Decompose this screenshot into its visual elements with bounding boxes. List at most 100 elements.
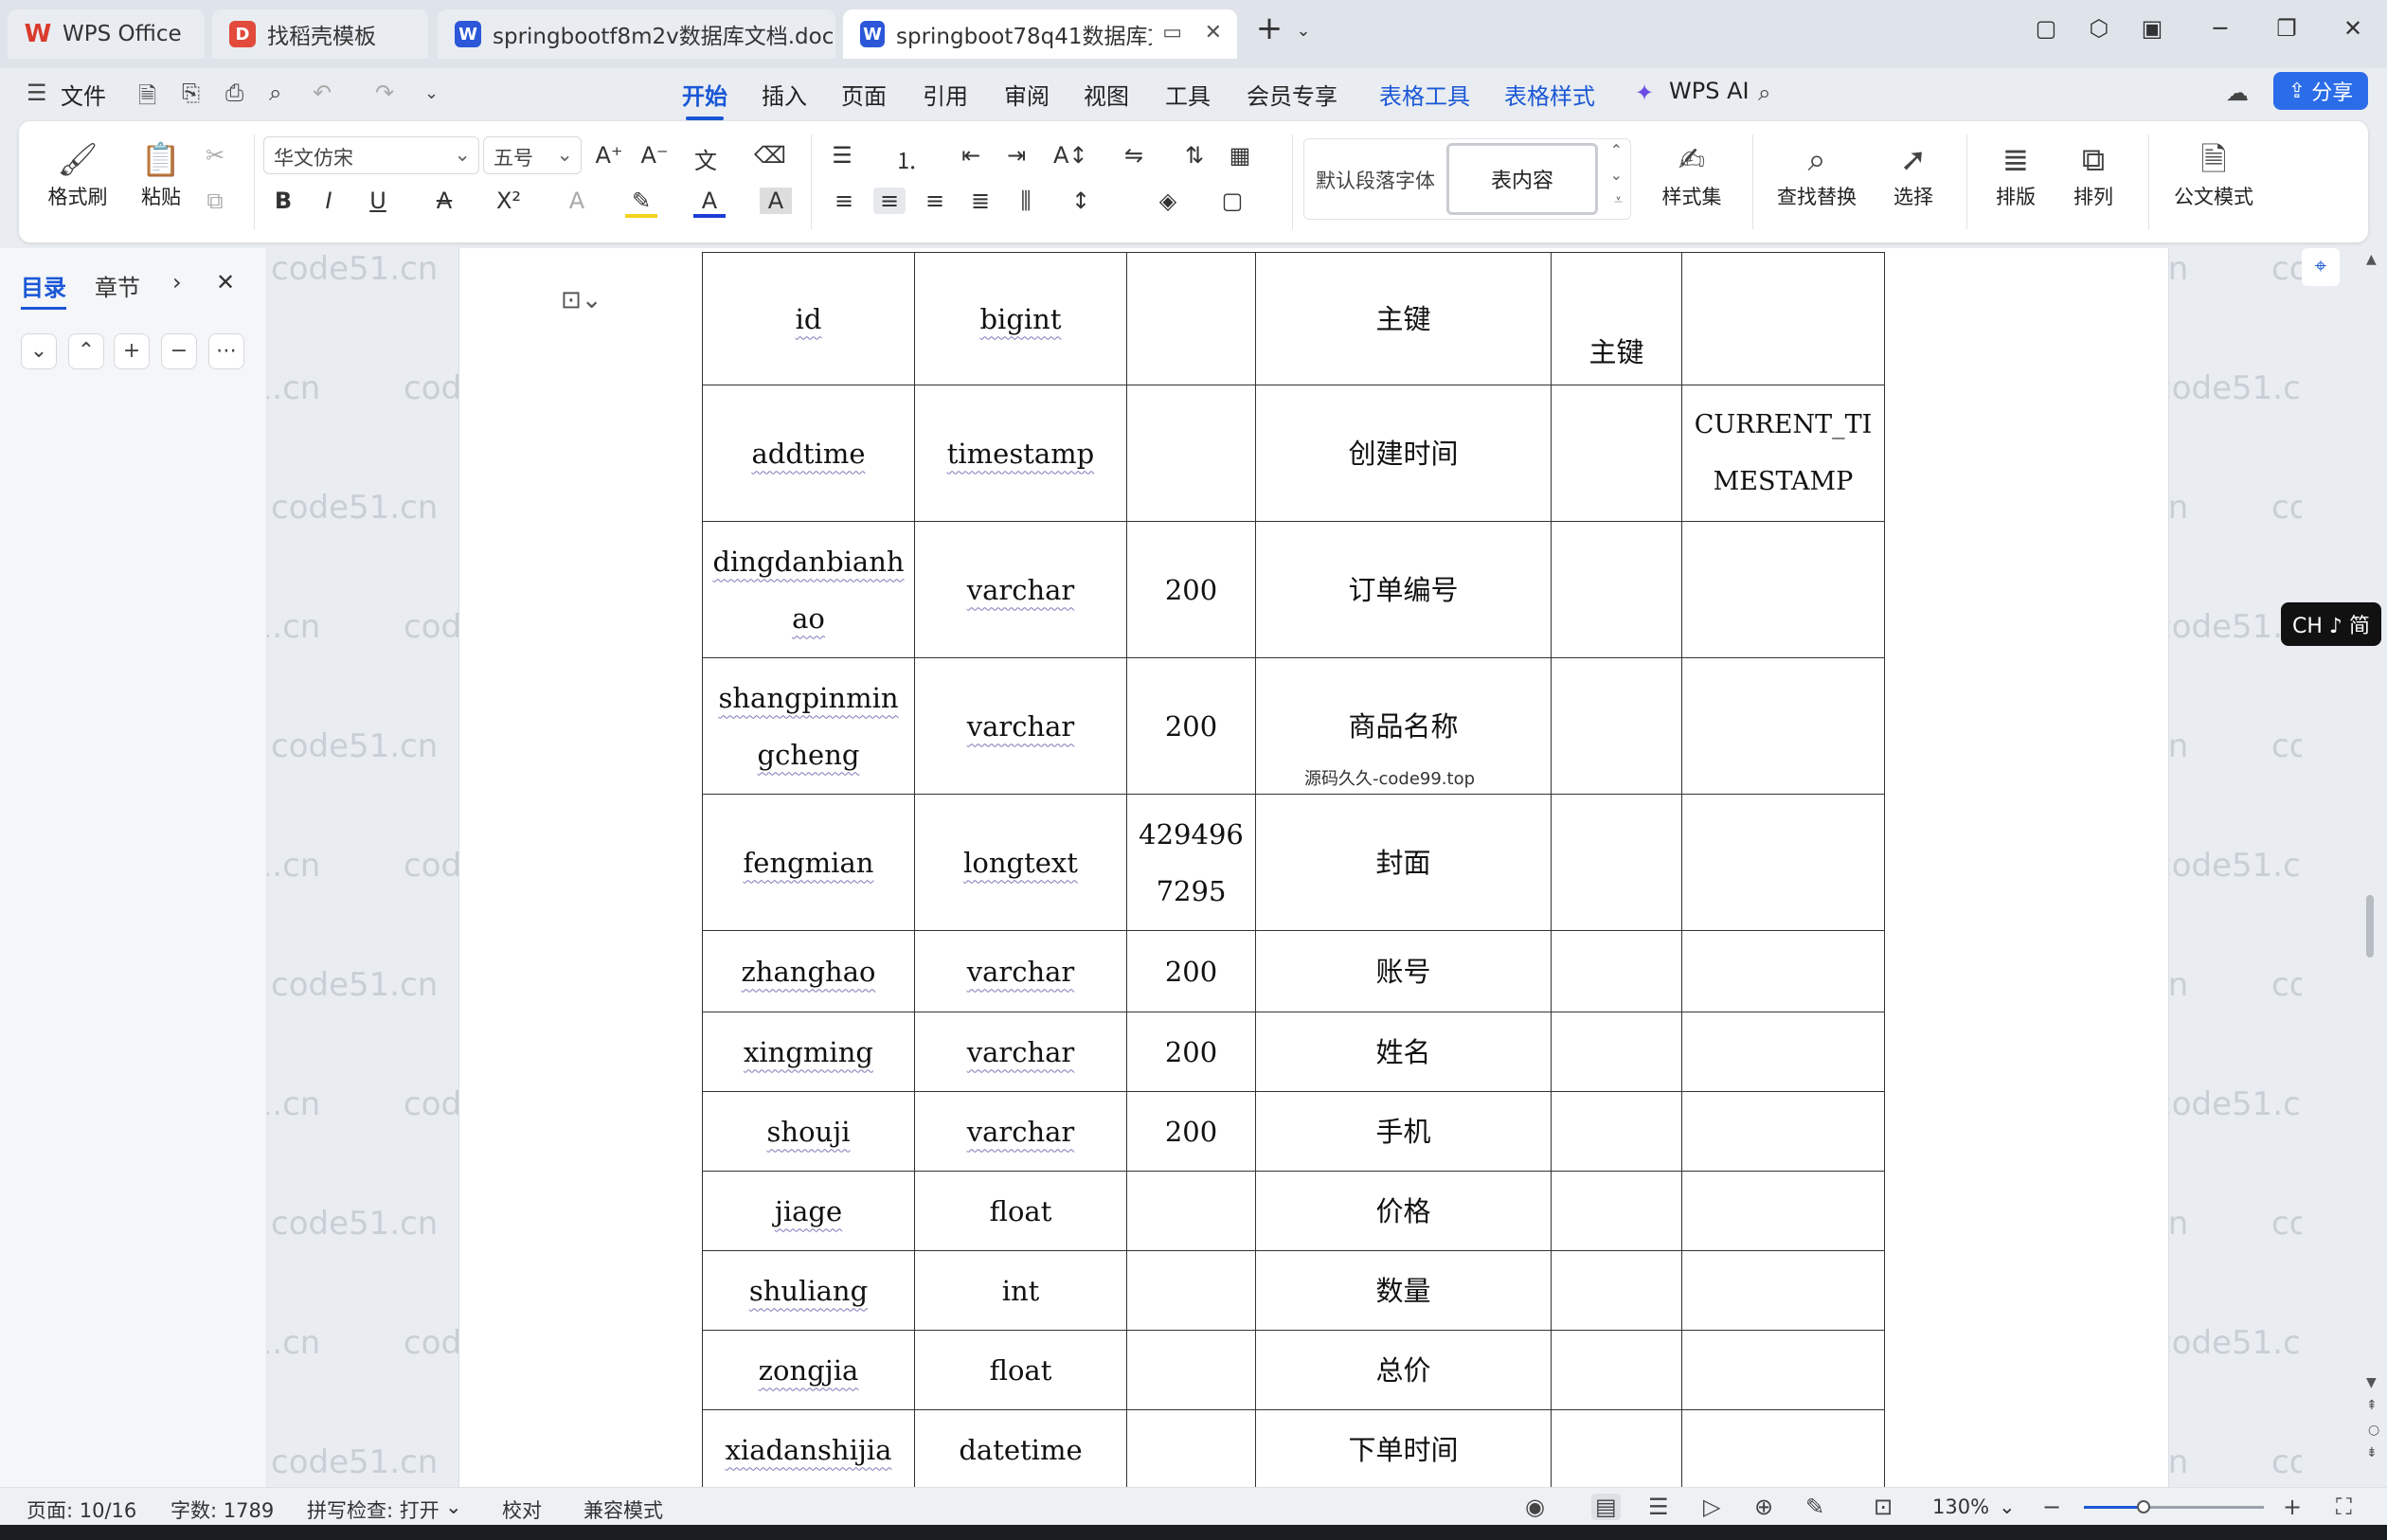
tab-toc[interactable]: 目录 [21,269,66,310]
prev-page-icon[interactable]: ⇞ [2366,1398,2378,1413]
swap-icon[interactable]: ⇋ [1118,142,1150,169]
cloud-upload-icon[interactable]: ☁ [2226,80,2249,106]
menu-file[interactable]: 文件 [61,78,106,111]
align-center-icon[interactable]: ≡ [873,188,906,214]
cell-default[interactable] [1681,1409,1885,1487]
cell-key[interactable] [1551,794,1682,931]
cell-type[interactable]: varchar [914,657,1127,795]
align-left-icon[interactable]: ≡ [828,188,860,214]
table-row[interactable]: shangpinmingcheng varchar 200 商品名称 [702,657,1885,795]
table-row[interactable]: xingming varchar 200 姓名 [702,1012,1885,1092]
share-button[interactable]: ⇪ 分享 [2273,72,2368,110]
minimize-icon[interactable]: ─ [2201,15,2239,42]
outline-icon[interactable]: ☰ [1648,1494,1669,1520]
table-row[interactable]: dingdanbianhao varchar 200 订单编号 [702,521,1885,658]
style-current[interactable]: 表内容 [1446,143,1598,215]
cell-length[interactable] [1126,252,1256,385]
play-icon[interactable]: ▷ [1703,1494,1720,1520]
menu-view[interactable]: 视图 [1084,78,1129,111]
menu-icon[interactable]: ☰ [27,80,47,106]
style-set-button[interactable]: ✍ 样式集 [1646,138,1737,210]
cell-length[interactable] [1126,1330,1256,1410]
close-icon[interactable]: ✕ [216,269,235,295]
close-window-icon[interactable]: ✕ [2334,15,2372,42]
table-row[interactable]: shuliang int 数量 [702,1250,1885,1331]
zoom-slider[interactable] [2084,1500,2264,1513]
distribute-icon[interactable]: ⫼ [1010,188,1042,214]
table-row[interactable]: shouji varchar 200 手机 [702,1091,1885,1172]
cell-length[interactable]: 200 [1126,1091,1256,1172]
collapse-icon[interactable]: ⌄ [21,333,57,369]
remove-icon[interactable]: − [161,333,197,369]
layout-button[interactable]: ≣ 排版 [1978,138,2054,210]
cell-key[interactable] [1551,1409,1682,1487]
italic-icon[interactable]: I [313,188,345,214]
tab-docer[interactable]: D 找稻壳模板 [212,9,428,59]
cell-name[interactable]: shuliang [702,1250,915,1331]
cell-key[interactable]: 主键 [1551,252,1682,385]
superscript-icon[interactable]: X² [493,188,525,214]
cell-comment[interactable]: 创建时间 [1255,385,1552,522]
grow-font-icon[interactable]: A⁺ [593,142,625,169]
cell-comment[interactable]: 封面 [1255,794,1552,931]
cell-comment[interactable]: 价格 [1255,1171,1552,1251]
copy-icon[interactable]: ⧉ [199,188,231,214]
chevron-down-icon[interactable]: ⌄ [445,1495,462,1518]
menu-references[interactable]: 引用 [923,78,968,111]
scroll-up-icon[interactable]: ▲ [2366,252,2377,267]
cell-default[interactable] [1681,1250,1885,1331]
tab-section[interactable]: 章节 [95,269,140,302]
cell-length[interactable]: 4294967295 [1126,794,1256,931]
redo-icon[interactable]: ↷ [375,80,394,106]
cell-key[interactable] [1551,657,1682,795]
eye-icon[interactable]: ◉ [1525,1494,1545,1520]
share-doc-icon[interactable]: ⎘ [182,80,200,106]
fit-icon[interactable]: ⊡ [1874,1494,1893,1520]
maximize-icon[interactable]: ❐ [2268,15,2306,42]
chevron-down-icon[interactable]: ⌄ [1999,1495,2016,1518]
cube-icon[interactable]: ⬡ [2080,15,2118,42]
cell-default[interactable] [1681,794,1885,931]
justify-icon[interactable]: ≣ [964,188,996,214]
cell-length[interactable]: 200 [1126,657,1256,795]
tab-wps-office[interactable]: W WPS Office [8,9,205,59]
cell-default[interactable] [1681,1091,1885,1172]
zoom-slider-knob[interactable] [2136,1500,2150,1513]
border-icon[interactable]: ▢ [1216,188,1248,214]
chevron-right-icon[interactable]: › [172,269,182,295]
eraser-icon[interactable]: ⌫ [754,142,786,169]
cell-comment[interactable]: 手机 [1255,1091,1552,1172]
cell-key[interactable] [1551,385,1682,522]
cell-type[interactable]: datetime [914,1409,1127,1487]
cell-length[interactable]: 200 [1126,1012,1256,1092]
cell-type[interactable]: longtext [914,794,1127,931]
cell-length[interactable] [1126,1171,1256,1251]
tab-doc-f8m2v[interactable]: W springbootf8m2v数据库文档.doc [438,9,835,59]
cell-comment[interactable]: 下单时间 [1255,1409,1552,1487]
chevron-down-icon[interactable]: ⌄ [1610,166,1623,184]
word-count[interactable]: 字数: 1789 [170,1495,274,1524]
compat-mode[interactable]: 兼容模式 [583,1495,663,1524]
text-direction-icon[interactable]: A↕ [1053,142,1088,169]
menu-member[interactable]: 会员专享 [1247,78,1337,111]
font-size-select[interactable]: 五号 ⌄ [483,136,582,174]
cell-name[interactable]: shangpinmingcheng [702,657,915,795]
cell-default[interactable] [1681,252,1885,385]
cell-type[interactable]: varchar [914,1091,1127,1172]
table-row[interactable]: id bigint 主键 主键 [702,252,1885,385]
pen-icon[interactable]: ✎ [1805,1494,1824,1520]
cut-icon[interactable]: ✂ [199,142,231,169]
cell-comment[interactable]: 总价 [1255,1330,1552,1410]
table-handle-icon[interactable]: ⊡⌄ [561,286,602,314]
cell-length[interactable] [1126,385,1256,522]
cell-type[interactable]: bigint [914,252,1127,385]
page-indicator[interactable]: 页面: 10/16 [27,1495,136,1524]
fullscreen-icon[interactable]: ⛶ [2336,1494,2352,1520]
cell-name[interactable]: addtime [702,385,915,522]
expand-icon[interactable]: ⩡ [1614,190,1623,209]
cell-type[interactable]: int [914,1250,1127,1331]
more-icon[interactable]: ⋯ [208,333,244,369]
close-icon[interactable]: ✕ [1205,21,1222,45]
cell-key[interactable] [1551,1171,1682,1251]
cell-comment[interactable]: 账号 [1255,930,1552,1012]
